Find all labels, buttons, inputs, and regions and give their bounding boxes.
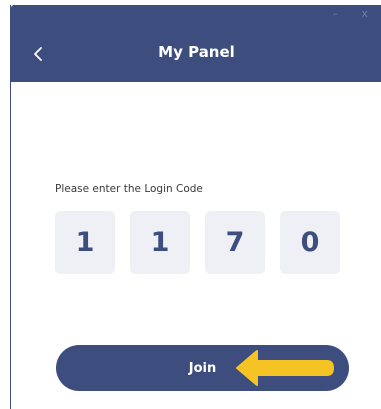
code-digit-2[interactable]: 1: [130, 211, 190, 274]
login-content: Please enter the Login Code 1 1 7 0 Join: [11, 82, 381, 409]
login-panel-window: – x My Panel Please enter the Login Code…: [10, 5, 381, 409]
code-digit-1[interactable]: 1: [55, 211, 115, 274]
code-digit-4[interactable]: 0: [280, 211, 340, 274]
login-code-prompt: Please enter the Login Code: [55, 183, 203, 195]
join-button[interactable]: Join: [56, 345, 349, 391]
login-code-input[interactable]: 1 1 7 0: [55, 211, 340, 274]
code-digit-3[interactable]: 7: [205, 211, 265, 274]
page-title: My Panel: [158, 43, 235, 61]
window-controls[interactable]: – x: [332, 7, 378, 20]
join-button-label: Join: [188, 360, 217, 376]
title-bar: – x My Panel: [11, 5, 381, 82]
